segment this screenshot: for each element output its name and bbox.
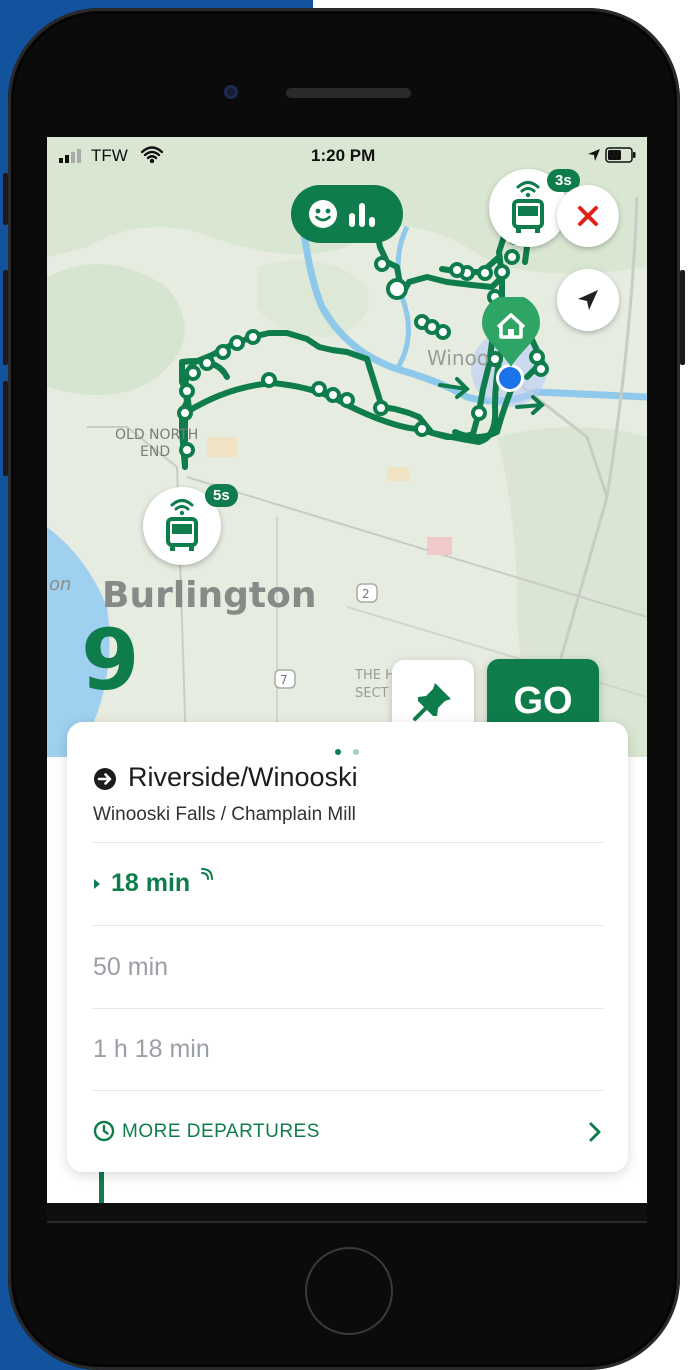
- close-icon: [578, 206, 598, 226]
- smile-icon: [309, 200, 337, 228]
- map-label-old-north-end: OLD NORTH: [115, 427, 198, 443]
- bus-icon: [166, 499, 198, 551]
- map-label-end: END: [140, 444, 170, 460]
- departure-row[interactable]: 50 min: [93, 926, 603, 1008]
- page-indicator: [335, 742, 360, 760]
- route-shield-2: 2: [362, 587, 370, 601]
- mute-switch: [3, 173, 8, 225]
- more-departures-button[interactable]: MORE DEPARTURES: [93, 1091, 603, 1171]
- bar-chart-icon: [349, 203, 375, 227]
- volume-up-button: [3, 270, 8, 365]
- departure-time: 1 h 18 min: [93, 1035, 210, 1063]
- page-dot: [353, 749, 360, 755]
- location-arrow-icon: [588, 149, 600, 161]
- screen-bottom-edge: [47, 1203, 647, 1223]
- stop-name: Winooski Falls / Champlain Mill: [93, 804, 356, 825]
- arrow-circle-icon: [94, 768, 116, 790]
- page-dot-active: [335, 749, 341, 755]
- locate-button[interactable]: [557, 269, 619, 331]
- bus-icon: [512, 181, 544, 233]
- departure-time: 50 min: [93, 953, 169, 981]
- close-button[interactable]: [557, 185, 619, 247]
- carrier-name: TFW: [91, 146, 128, 165]
- play-indicator-icon: [94, 879, 100, 889]
- route-shield-7: 7: [280, 673, 288, 687]
- feedback-button[interactable]: [291, 185, 403, 243]
- map-label-hill-2: SECT: [355, 686, 389, 701]
- route-line-indicator: [99, 1167, 104, 1203]
- departure-row[interactable]: 18 min: [93, 843, 603, 925]
- status-time: 1:20 PM: [311, 146, 376, 165]
- go-button-label: GO: [513, 679, 573, 722]
- home-pin[interactable]: [480, 294, 542, 369]
- signal-icon: [59, 149, 81, 163]
- clock-icon: [93, 1120, 115, 1142]
- chevron-right-icon: [589, 1122, 601, 1142]
- volume-down-button: [3, 381, 8, 476]
- pin-icon: [413, 683, 451, 721]
- departure-row[interactable]: 1 h 18 min: [93, 1009, 603, 1091]
- route-direction: Riverside/Winooski: [128, 762, 358, 792]
- home-icon: [482, 294, 540, 367]
- power-button: [680, 270, 685, 365]
- locate-icon: [578, 290, 598, 310]
- departure-card[interactable]: Riverside/Winooski Winooski Falls / Cham…: [67, 722, 628, 1172]
- map-label-hill-1: THE H: [354, 668, 395, 683]
- wifi-icon: [141, 146, 163, 164]
- bus-eta-badge: 5s: [205, 484, 238, 507]
- speaker-grille: [286, 88, 411, 98]
- realtime-icon: [201, 868, 213, 880]
- battery-icon: [605, 147, 636, 163]
- front-camera: [224, 85, 238, 99]
- home-button[interactable]: [305, 1247, 393, 1335]
- map-label-edge: on: [49, 574, 71, 595]
- route-number: 9: [81, 611, 139, 709]
- more-departures-label: MORE DEPARTURES: [122, 1121, 320, 1142]
- map-label-burlington: Burlington: [102, 575, 316, 616]
- departure-time: 18 min: [111, 869, 191, 897]
